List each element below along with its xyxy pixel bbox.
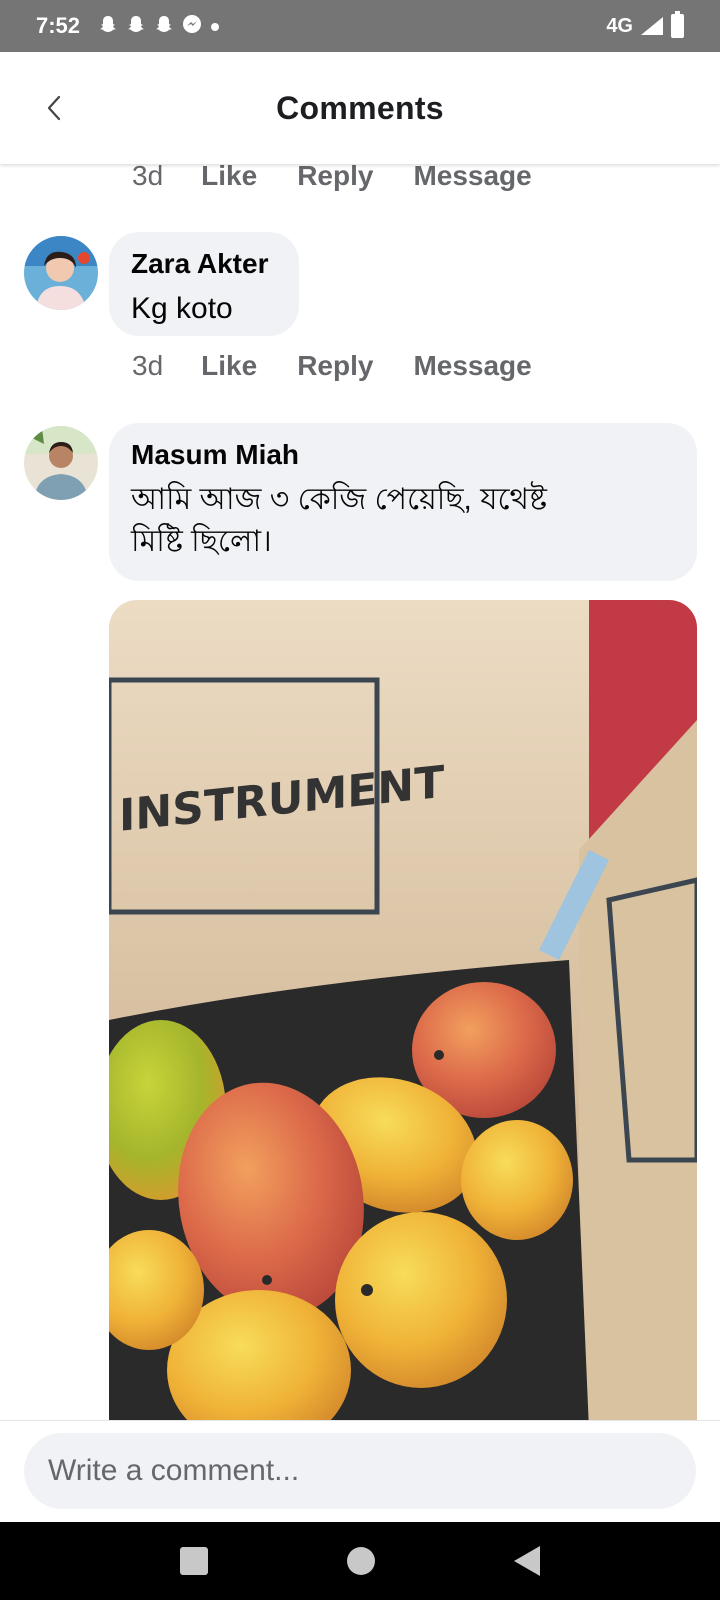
avatar[interactable] (24, 426, 98, 500)
like-button[interactable]: Like (201, 350, 257, 382)
comment-bubble[interactable]: Masum Miah আমি আজ ৩ কেজি পেয়েছি, যথেষ্ট… (109, 423, 697, 581)
signal-icon (641, 17, 663, 35)
notification-icons (98, 14, 220, 38)
comment-author[interactable]: Zara Akter (131, 248, 277, 280)
status-right: 4G (606, 11, 684, 38)
comment-text-line: মিষ্টি ছিলো। (131, 525, 272, 558)
back-icon[interactable] (514, 1546, 541, 1576)
comment-list[interactable]: 3d Like Reply Message Zara Akter Kg koto… (0, 164, 720, 1420)
chevron-left-icon (47, 95, 61, 121)
dot-icon (210, 16, 220, 36)
comment-author[interactable]: Masum Miah (131, 439, 675, 471)
reply-button[interactable]: Reply (297, 164, 373, 192)
snapchat-icon (154, 14, 174, 38)
like-button[interactable]: Like (201, 164, 257, 192)
message-button[interactable]: Message (413, 164, 531, 192)
comment-composer (0, 1420, 720, 1522)
comment-actions: 3d Like Reply Message (132, 164, 572, 192)
status-time: 7:52 (36, 13, 81, 38)
comment-text-line: আমি আজ ৩ কেজি পেয়েছি, যথেষ্ট (131, 483, 547, 516)
message-button[interactable]: Message (413, 350, 531, 382)
home-icon[interactable] (346, 1547, 375, 1575)
comment-actions: 3d Like Reply Message (132, 350, 572, 382)
comment-photo[interactable]: INSTRUMENT (109, 600, 697, 1420)
snapchat-icon (98, 14, 118, 38)
comment-time: 3d (132, 350, 164, 381)
navigation-bar (0, 1522, 720, 1600)
battery-icon (671, 11, 684, 38)
status-bar: 7:52 4G (0, 0, 720, 52)
avatar[interactable] (24, 236, 98, 310)
comment-text: Kg koto (131, 292, 233, 325)
reply-button[interactable]: Reply (297, 350, 373, 382)
comment-bubble[interactable]: Zara Akter Kg koto (109, 232, 299, 336)
page-title: Comments (276, 89, 444, 126)
snapchat-icon (126, 14, 146, 38)
network-type: 4G (606, 14, 633, 37)
recents-icon[interactable] (179, 1547, 208, 1575)
header: Comments (0, 52, 720, 164)
comment-input[interactable] (24, 1433, 696, 1509)
comment-time: 3d (132, 164, 164, 191)
messenger-icon (182, 14, 202, 38)
back-button[interactable] (34, 88, 74, 128)
